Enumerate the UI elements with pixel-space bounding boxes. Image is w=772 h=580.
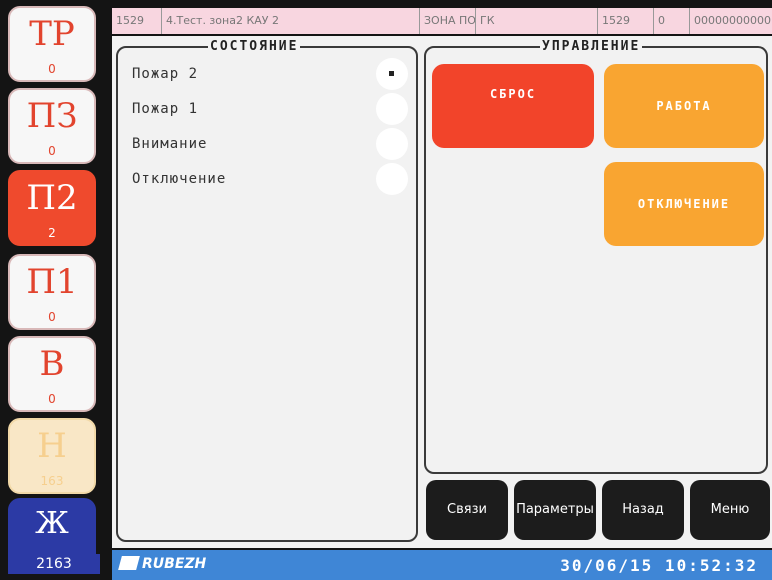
- category-label: Ж: [35, 506, 69, 541]
- category-label: Н: [37, 426, 67, 466]
- state-indicator-disabled: [376, 163, 408, 195]
- datetime-display: 30/06/15 10:52:32: [560, 556, 758, 575]
- category-label: П2: [26, 178, 78, 218]
- menu-button[interactable]: Меню: [690, 480, 770, 540]
- device-index: 0: [654, 8, 690, 34]
- indicator-dot: [389, 71, 394, 76]
- rubezh-logo-icon: [118, 556, 140, 570]
- category-label: ПЗ: [26, 96, 78, 136]
- state-panel-title: СОСТОЯНИЕ: [208, 39, 301, 55]
- status-bar: RUBEZH 30/06/15 10:52:32: [112, 550, 772, 580]
- state-row-attention: Внимание: [132, 136, 208, 152]
- category-fault-button[interactable]: Н 163: [8, 418, 96, 494]
- category-count: 163: [40, 474, 64, 488]
- category-label: ТР: [29, 14, 75, 54]
- device-address: 1529: [112, 8, 162, 34]
- category-fire2-button[interactable]: П2 2: [8, 170, 96, 246]
- category-fire1-button[interactable]: П1 0: [8, 254, 96, 330]
- device-code: 00000000000: [694, 14, 771, 27]
- state-indicator-fire2: [376, 58, 408, 90]
- event-category-sidebar: ТР 0 ПЗ 0 П2 2 П1 0 В 0 Н 163 Ж 2163: [8, 6, 100, 574]
- brand-name: RUBEZH: [142, 556, 207, 572]
- category-count: 0: [48, 62, 56, 76]
- device-number: 1529: [598, 8, 654, 34]
- category-journal-button[interactable]: Ж: [8, 498, 96, 562]
- control-panel: УПРАВЛЕНИЕ СБРОС РАБОТА ОТКЛЮЧЕНИЕ: [424, 39, 768, 474]
- parameters-button[interactable]: Параметры: [514, 480, 596, 540]
- state-indicator-attention: [376, 128, 408, 160]
- work-button[interactable]: РАБОТА: [604, 64, 764, 148]
- state-panel: СОСТОЯНИЕ Пожар 2 Пожар 1 Внимание Отклю…: [116, 39, 418, 542]
- main-area: СОСТОЯНИЕ Пожар 2 Пожар 1 Внимание Отклю…: [112, 36, 772, 548]
- device-type: ГК: [476, 8, 598, 34]
- zone-type: ЗОНА ПОЖ: [420, 8, 476, 34]
- category-fire-alarm-tr-button[interactable]: ТР 0: [8, 6, 96, 82]
- panel-screen: ТР 0 ПЗ 0 П2 2 П1 0 В 0 Н 163 Ж 2163 152…: [0, 0, 772, 580]
- zone-name: 4.Тест. зона2 КАУ 2: [162, 8, 420, 34]
- category-count: 0: [48, 392, 56, 406]
- device-info-bar: 1529 4.Тест. зона2 КАУ 2 ЗОНА ПОЖ ГК 152…: [112, 8, 772, 34]
- state-indicator-fire1: [376, 93, 408, 125]
- journal-count: 2163: [8, 554, 100, 574]
- reset-button[interactable]: СБРОС: [432, 64, 594, 148]
- state-row-fire1: Пожар 1: [132, 101, 199, 117]
- brand-logo: RUBEZH: [118, 556, 207, 572]
- disable-button[interactable]: ОТКЛЮЧЕНИЕ: [604, 162, 764, 246]
- category-count: 0: [48, 144, 56, 158]
- category-pz-button[interactable]: ПЗ 0: [8, 88, 96, 164]
- control-panel-title: УПРАВЛЕНИЕ: [540, 39, 643, 55]
- category-count: 2: [48, 226, 56, 240]
- back-button[interactable]: Назад: [602, 480, 684, 540]
- state-row-fire2: Пожар 2: [132, 66, 199, 82]
- category-attention-button[interactable]: В 0: [8, 336, 96, 412]
- category-label: В: [39, 344, 65, 384]
- category-label: П1: [26, 262, 78, 302]
- category-count: 0: [48, 310, 56, 324]
- state-row-disabled: Отключение: [132, 171, 227, 187]
- links-button[interactable]: Связи: [426, 480, 508, 540]
